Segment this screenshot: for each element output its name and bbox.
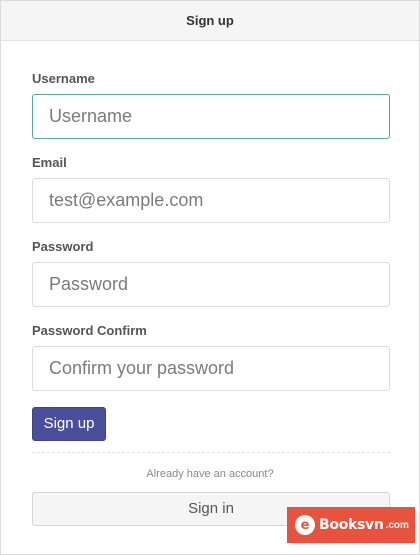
password-confirm-label: Password Confirm: [32, 323, 147, 338]
signup-button[interactable]: Sign up: [32, 407, 106, 441]
password-input[interactable]: [32, 262, 390, 307]
watermark-text: Booksvn: [319, 517, 384, 533]
watermark-suffix: .com: [385, 519, 409, 531]
password-confirm-input[interactable]: [32, 346, 390, 391]
already-account-note: Already have an account?: [146, 468, 274, 480]
password-label: Password: [32, 239, 94, 254]
username-group: Username: [32, 71, 390, 139]
divider: [32, 452, 390, 453]
watermark-logo: e Booksvn .com: [287, 507, 415, 543]
password-confirm-group: Password Confirm: [32, 323, 390, 391]
card-header: Sign up: [1, 1, 419, 41]
email-group: Email: [32, 155, 390, 223]
email-input[interactable]: [32, 178, 390, 223]
signup-card: Sign up Username Email Password Password…: [0, 0, 420, 555]
username-label: Username: [32, 71, 95, 86]
password-group: Password: [32, 239, 390, 307]
page-title: Sign up: [186, 13, 234, 28]
email-label: Email: [32, 155, 67, 170]
booksvn-logo-icon: e: [295, 515, 315, 535]
username-input[interactable]: [32, 94, 390, 139]
signup-form: Username Email Password Password Confirm…: [1, 41, 419, 526]
